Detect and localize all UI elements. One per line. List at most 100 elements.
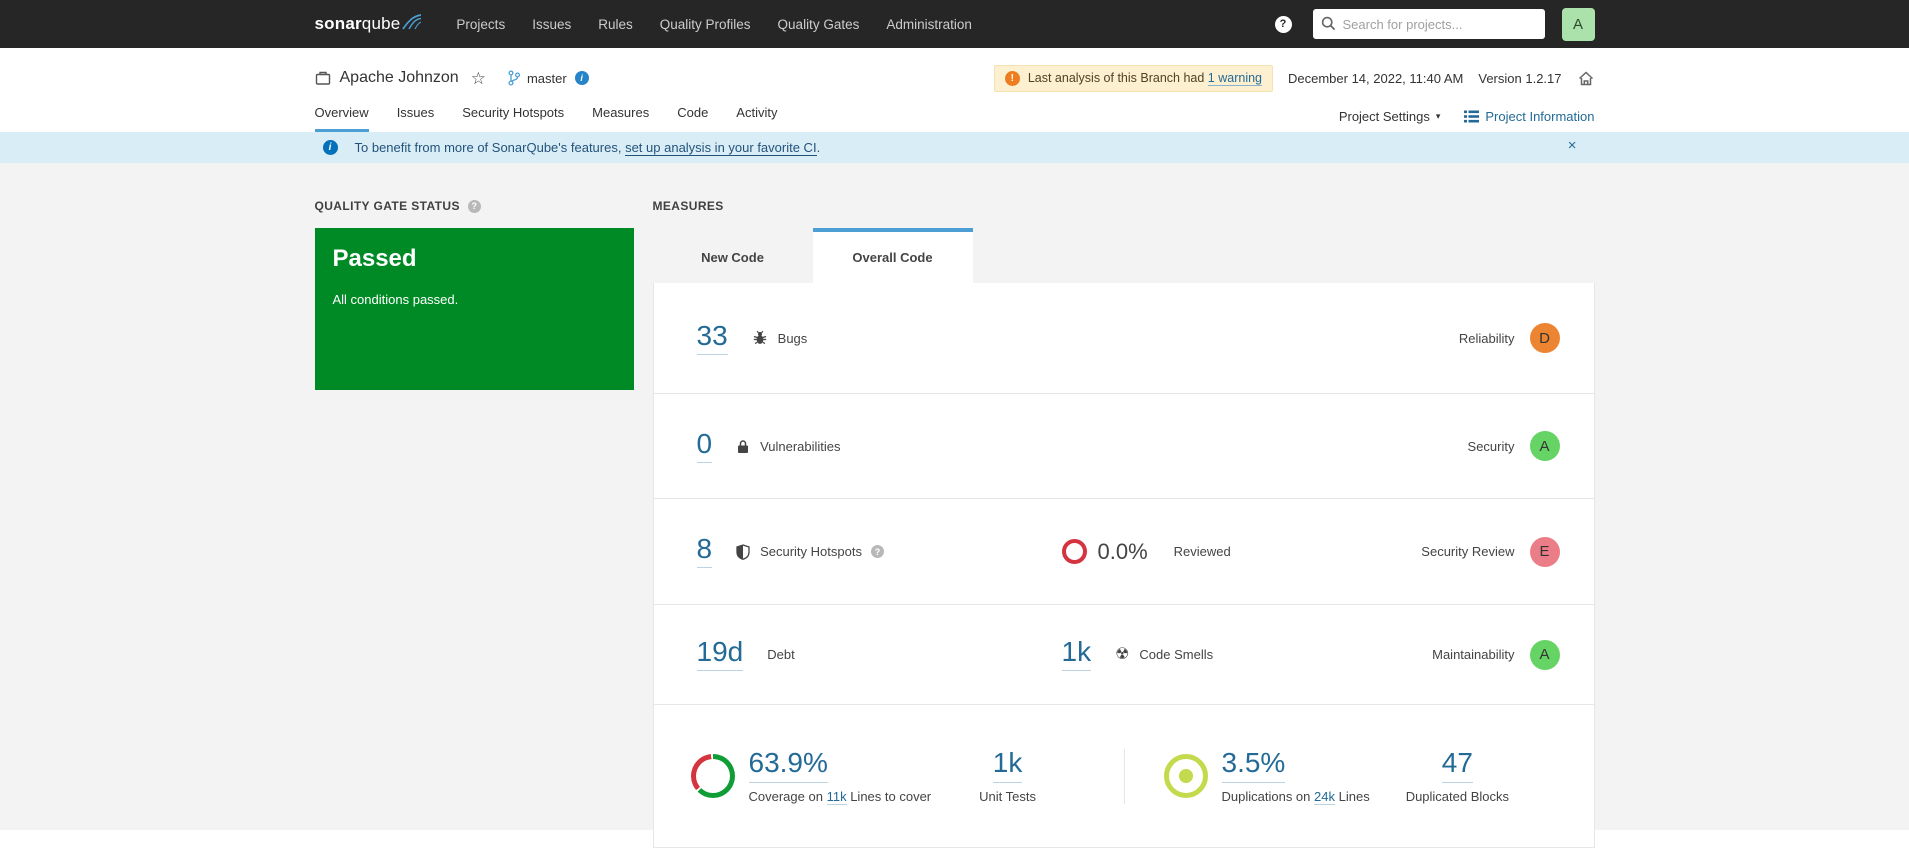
duplicated-blocks-metric: 47 Duplicated Blocks	[1405, 746, 1510, 804]
code-smells-label: Code Smells	[1139, 647, 1214, 662]
project-icon	[315, 71, 330, 85]
project-information-link[interactable]: Project Information	[1464, 109, 1595, 124]
coverage-duplications-row: 63.9% Coverage on 11k Lines to cover 1k	[654, 705, 1594, 847]
chevron-down-icon	[1436, 111, 1441, 122]
unit-tests-label: Unit Tests	[979, 788, 1036, 804]
quality-gate-card[interactable]: Passed All conditions passed.	[314, 228, 634, 390]
measures-section: MEASURES New Code Overall Code 33 Bugs R…	[652, 199, 1595, 848]
list-icon	[1464, 110, 1480, 123]
warning-icon	[1004, 70, 1020, 86]
project-tabs: Overview Issues Security Hotspots Measur…	[314, 98, 777, 132]
top-nav: sonarqube Projects Issues Rules Quality …	[0, 0, 1909, 48]
branch-selector: master	[506, 70, 589, 86]
search-icon	[1321, 16, 1335, 31]
project-settings-label: Project Settings	[1338, 109, 1430, 124]
unit-tests-count-link[interactable]: 1k	[992, 746, 1023, 783]
duplications-sublabel: Duplications on 24k Lines	[1221, 788, 1370, 805]
tab-security-hotspots[interactable]: Security Hotspots	[462, 98, 564, 132]
search-box	[1312, 9, 1545, 39]
warning-link[interactable]: 1 warning	[1207, 71, 1262, 86]
ci-banner: To benefit from more of SonarQube's feat…	[0, 132, 1909, 163]
shield-icon	[736, 543, 750, 560]
measures-card: 33 Bugs Reliability D 0 Vulnerabilities …	[652, 283, 1595, 848]
tab-new-code[interactable]: New Code	[652, 228, 813, 283]
tab-issues[interactable]: Issues	[397, 98, 435, 132]
branch-icon	[508, 70, 521, 86]
maintainability-rating-badge[interactable]: A	[1529, 639, 1560, 670]
help-icon[interactable]	[1274, 15, 1292, 33]
tab-overview[interactable]: Overview	[314, 98, 369, 132]
coverage-percent-link[interactable]: 63.9%	[748, 746, 828, 783]
reliability-rating-badge[interactable]: D	[1529, 323, 1560, 353]
nav-menu: Projects Issues Rules Quality Profiles Q…	[456, 17, 971, 32]
security-rating-badge[interactable]: A	[1529, 431, 1560, 461]
bugs-count-link[interactable]: 33	[696, 321, 728, 355]
vulnerabilities-row: 0 Vulnerabilities Security A	[653, 394, 1594, 499]
security-hotspots-row: 8 Security Hotspots 0.0% R	[653, 499, 1594, 605]
setup-ci-link[interactable]: set up analysis in your favorite CI	[625, 140, 817, 156]
duplicated-blocks-count-link[interactable]: 47	[1441, 746, 1473, 783]
reviewed-label: Reviewed	[1173, 544, 1231, 559]
nav-item-issues[interactable]: Issues	[532, 17, 571, 32]
tab-overall-code[interactable]: Overall Code	[812, 228, 973, 283]
sonarqube-logo-text: sonarqube	[314, 14, 401, 33]
security-review-label: Security Review	[1421, 544, 1515, 559]
analysis-warning: Last analysis of this Branch had 1 warni…	[993, 64, 1273, 92]
project-header: Apache Johnzon master Last analysis of t…	[0, 48, 1909, 132]
nav-item-quality-gates[interactable]: Quality Gates	[778, 17, 860, 32]
coverage-panel: 63.9% Coverage on 11k Lines to cover 1k	[654, 746, 1124, 805]
lock-icon	[736, 439, 750, 454]
tab-code[interactable]: Code	[677, 98, 708, 132]
project-information-label: Project Information	[1485, 109, 1595, 124]
security-review-rating-badge[interactable]: E	[1529, 536, 1560, 567]
vulnerabilities-count-link[interactable]: 0	[696, 429, 713, 463]
close-icon[interactable]	[1568, 137, 1577, 154]
hotspots-help-icon[interactable]	[870, 545, 884, 558]
quality-gate-section: QUALITY GATE STATUS Passed All condition…	[314, 199, 634, 390]
bugs-label: Bugs	[777, 330, 808, 346]
vulnerabilities-label: Vulnerabilities	[760, 438, 841, 454]
sonarqube-logo[interactable]: sonarqube	[315, 14, 423, 34]
tab-measures[interactable]: Measures	[592, 98, 649, 132]
branch-info-icon[interactable]	[574, 71, 589, 85]
hotspots-count-link[interactable]: 8	[696, 535, 713, 568]
tab-activity[interactable]: Activity	[736, 98, 777, 132]
unit-tests-metric: 1k Unit Tests	[979, 746, 1036, 804]
quality-gate-heading: QUALITY GATE STATUS	[314, 199, 460, 213]
page-title: Apache Johnzon	[339, 69, 459, 86]
duplicated-blocks-label: Duplicated Blocks	[1405, 788, 1510, 804]
favorite-star-icon[interactable]	[471, 70, 486, 87]
nav-item-rules[interactable]: Rules	[598, 17, 633, 32]
nav-item-administration[interactable]: Administration	[886, 17, 972, 32]
quality-gate-status: Passed	[332, 245, 417, 272]
lines-to-cover-link[interactable]: 11k	[826, 788, 847, 805]
debt-value-link[interactable]: 19d	[696, 638, 744, 671]
analysis-date: December 14, 2022, 11:40 AM	[1288, 70, 1464, 86]
duplications-percent-link[interactable]: 3.5%	[1221, 746, 1286, 783]
reviewed-ring-icon	[1061, 539, 1087, 564]
measures-tabs: New Code Overall Code	[652, 228, 1595, 283]
search-input[interactable]	[1312, 9, 1545, 39]
duplicated-lines-link[interactable]: 24k	[1314, 788, 1335, 805]
debt-label: Debt	[767, 647, 795, 662]
project-version: Version 1.2.17	[1478, 70, 1562, 86]
nav-item-projects[interactable]: Projects	[456, 17, 505, 32]
bugs-row: 33 Bugs Reliability D	[653, 283, 1594, 394]
duplications-icon	[1163, 754, 1208, 798]
sonarqube-logo-swoosh	[402, 14, 422, 30]
coverage-sublabel: Coverage on 11k Lines to cover	[748, 788, 932, 805]
duplications-panel: 3.5% Duplications on 24k Lines 47 Duplic…	[1123, 746, 1594, 805]
overview-content: QUALITY GATE STATUS Passed All condition…	[0, 163, 1909, 848]
quality-gate-help-icon[interactable]	[467, 199, 481, 213]
reliability-label: Reliability	[1458, 330, 1515, 346]
avatar[interactable]: A	[1561, 7, 1595, 41]
maintainability-label: Maintainability	[1432, 647, 1515, 662]
nav-item-quality-profiles[interactable]: Quality Profiles	[660, 17, 751, 32]
home-icon[interactable]	[1577, 70, 1595, 87]
code-smells-count-link[interactable]: 1k	[1061, 638, 1092, 671]
info-icon	[322, 140, 338, 155]
project-settings-dropdown[interactable]: Project Settings	[1339, 109, 1441, 124]
maintainability-row: 19d Debt 1k Code Smells Maintainability …	[653, 605, 1594, 705]
banner-text: To benefit from more of SonarQube's feat…	[354, 140, 821, 156]
bug-icon	[752, 330, 768, 346]
